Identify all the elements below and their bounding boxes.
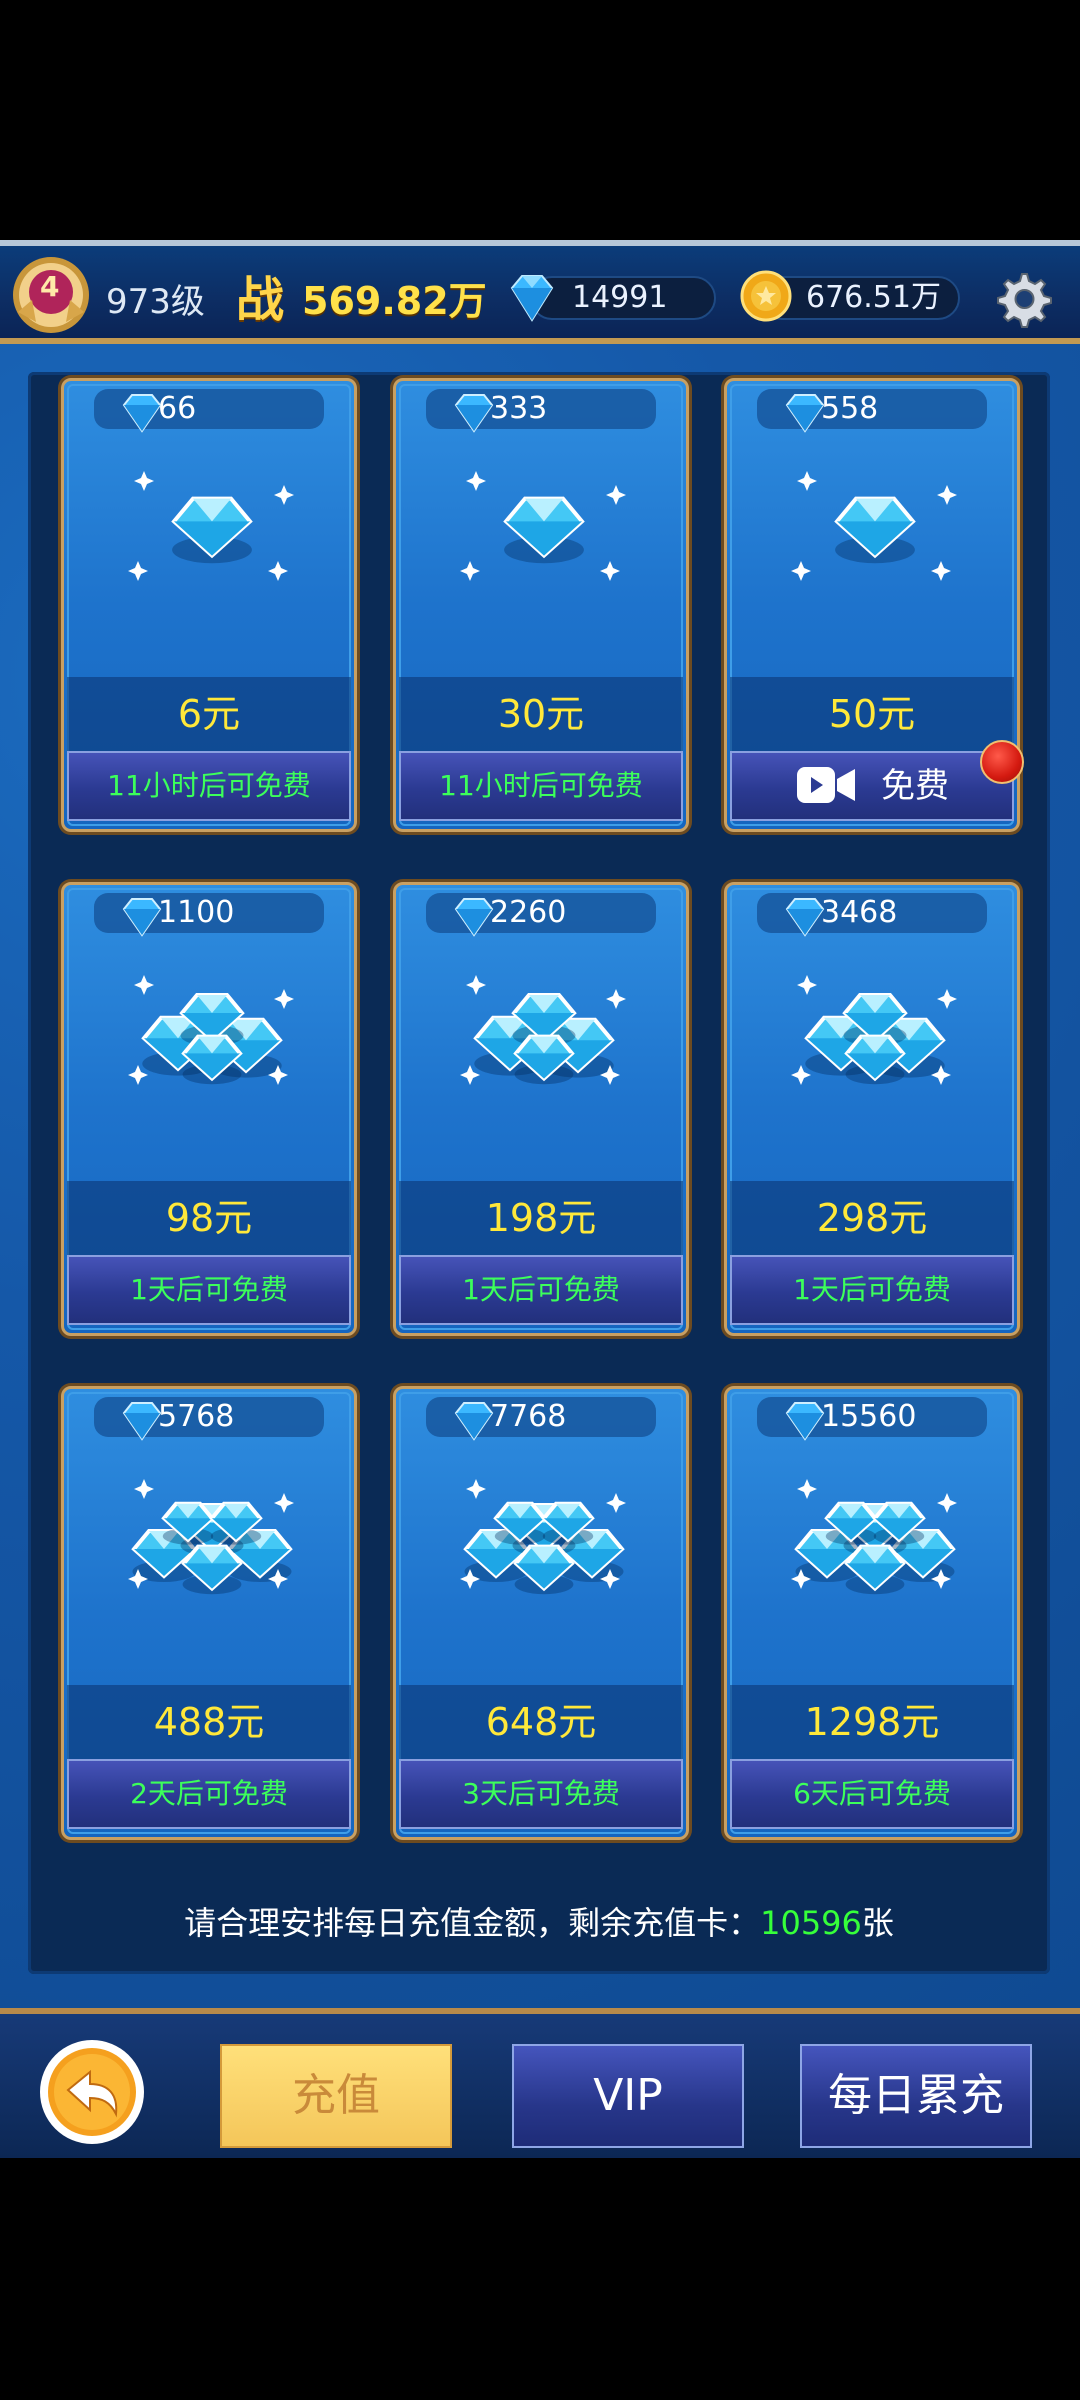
gem-pile-icon [460,975,626,1085]
combat-power-value: 569.82万 [302,279,487,323]
diamond-amount-pill: 15560 [757,1397,987,1441]
notification-dot [980,740,1024,784]
recharge-card[interactable]: 1100 98元 1天后可免费 [61,882,357,1336]
gem-pile-icon [791,975,957,1085]
diamond-icon [785,898,825,937]
free-cooldown-label: 6天后可免费 [793,1777,951,1810]
recharge-card[interactable]: 558 50元 免费 [724,378,1020,832]
diamond-icon [785,1402,825,1441]
gem-pile-icon [128,1479,294,1595]
free-cooldown-button[interactable]: 1天后可免费 [67,1255,351,1325]
tab-recharge[interactable]: 充值 [220,2044,452,2148]
gem-pile-icon [791,1479,957,1595]
diamond-amount: 558 [821,391,879,426]
recharge-card[interactable]: 5768 488元 2天后可免费 [61,1386,357,1840]
card-price: 30元 [399,677,683,751]
recharge-card[interactable]: 2260 198元 1天后可免费 [393,882,689,1336]
card-price: 98元 [67,1181,351,1255]
free-label: 免费 [881,766,949,806]
recharge-card[interactable]: 3468 298元 1天后可免费 [724,882,1020,1336]
combat-power-label: 战 [236,272,285,328]
video-camera-icon [797,766,855,803]
diamond-amount-pill: 7768 [426,1397,656,1441]
card-price: 648元 [399,1685,683,1759]
diamond-amount: 3468 [821,895,898,930]
card-price: 198元 [399,1181,683,1255]
free-cooldown-button[interactable]: 11小时后可免费 [399,751,683,821]
card-price: 1298元 [730,1685,1014,1759]
free-cooldown-label: 3天后可免费 [462,1777,620,1810]
bottom-nav: 充值 VIP 每日累充 [0,2008,1080,2158]
diamond-amount-pill: 2260 [426,893,656,937]
diamond-amount-pill: 1100 [94,893,324,937]
card-price: 50元 [730,677,1014,751]
gem-pile-icon [460,471,626,581]
coin-balance-value: 676.51万 [806,280,941,315]
gem-pile-icon [128,975,294,1085]
recharge-notice: 请合理安排每日充值金额，剩余充值卡：10596张 [28,1898,1050,1944]
free-cooldown-button[interactable]: 1天后可免费 [730,1255,1014,1325]
recharge-card[interactable]: 66 6元 11小时后可免费 [61,378,357,832]
free-cooldown-button[interactable]: 6天后可免费 [730,1759,1014,1829]
diamond-amount: 1100 [158,895,235,930]
diamond-amount: 333 [490,391,548,426]
gem-pile-icon [128,471,294,581]
gold-coin-icon [740,270,792,322]
diamond-amount-pill: 558 [757,389,987,433]
diamond-amount: 7768 [490,1399,567,1434]
free-cooldown-button[interactable]: 11小时后可免费 [67,751,351,821]
free-cooldown-label: 11小时后可免费 [107,769,311,802]
recharge-card[interactable]: 7768 648元 3天后可免费 [393,1386,689,1840]
diamond-icon [122,394,162,433]
free-cooldown-label: 1天后可免费 [130,1273,288,1306]
tab-daily-cumulative[interactable]: 每日累充 [800,2044,1032,2148]
diamond-icon [785,394,825,433]
gem-balance-value: 14991 [572,280,668,315]
diamond-icon [122,1402,162,1441]
diamond-amount: 2260 [490,895,567,930]
free-cooldown-label: 2天后可免费 [130,1777,288,1810]
vip-level-number: 4 [40,270,60,303]
diamond-amount-pill: 5768 [94,1397,324,1441]
settings-gear-icon[interactable] [992,268,1052,328]
diamond-icon [454,1402,494,1441]
free-cooldown-label: 1天后可免费 [793,1273,951,1306]
diamond-amount: 15560 [821,1399,917,1434]
recharge-notice-unit: 张 [861,1904,894,1942]
diamond-icon [122,898,162,937]
free-cooldown-button[interactable]: 2天后可免费 [67,1759,351,1829]
diamond-amount-pill: 333 [426,389,656,433]
tab-vip[interactable]: VIP [512,2044,744,2148]
recharge-card[interactable]: 15560 1298元 6天后可免费 [724,1386,1020,1840]
gem-pile-icon [460,1479,626,1595]
page: 4 973级 战 569.82万 14991 676.51万 66 6元 11小… [0,0,1080,2400]
free-cooldown-label: 1天后可免费 [462,1273,620,1306]
gem-pile-icon [791,471,957,581]
diamond-icon [454,898,494,937]
free-cooldown-button[interactable]: 3天后可免费 [399,1759,683,1829]
free-cooldown-label: 11小时后可免费 [439,769,643,802]
diamond-amount: 5768 [158,1399,235,1434]
back-arrow-icon[interactable] [38,2038,146,2146]
card-price: 298元 [730,1181,1014,1255]
diamond-amount-pill: 3468 [757,893,987,937]
top-status-bar: 4 973级 战 569.82万 14991 676.51万 [0,240,1080,344]
watch-video-free-button[interactable]: 免费 [730,751,1014,821]
diamond-amount-pill: 66 [94,389,324,433]
recharge-card[interactable]: 333 30元 11小时后可免费 [393,378,689,832]
recharge-notice-text: 请合理安排每日充值金额，剩余充值卡： [184,1904,761,1942]
card-price: 6元 [67,677,351,751]
remaining-cards-count: 10596 [760,1904,862,1942]
diamond-icon [510,275,554,322]
diamond-icon [454,394,494,433]
player-level: 973级 [106,282,205,322]
free-cooldown-button[interactable]: 1天后可免费 [399,1255,683,1325]
card-price: 488元 [67,1685,351,1759]
